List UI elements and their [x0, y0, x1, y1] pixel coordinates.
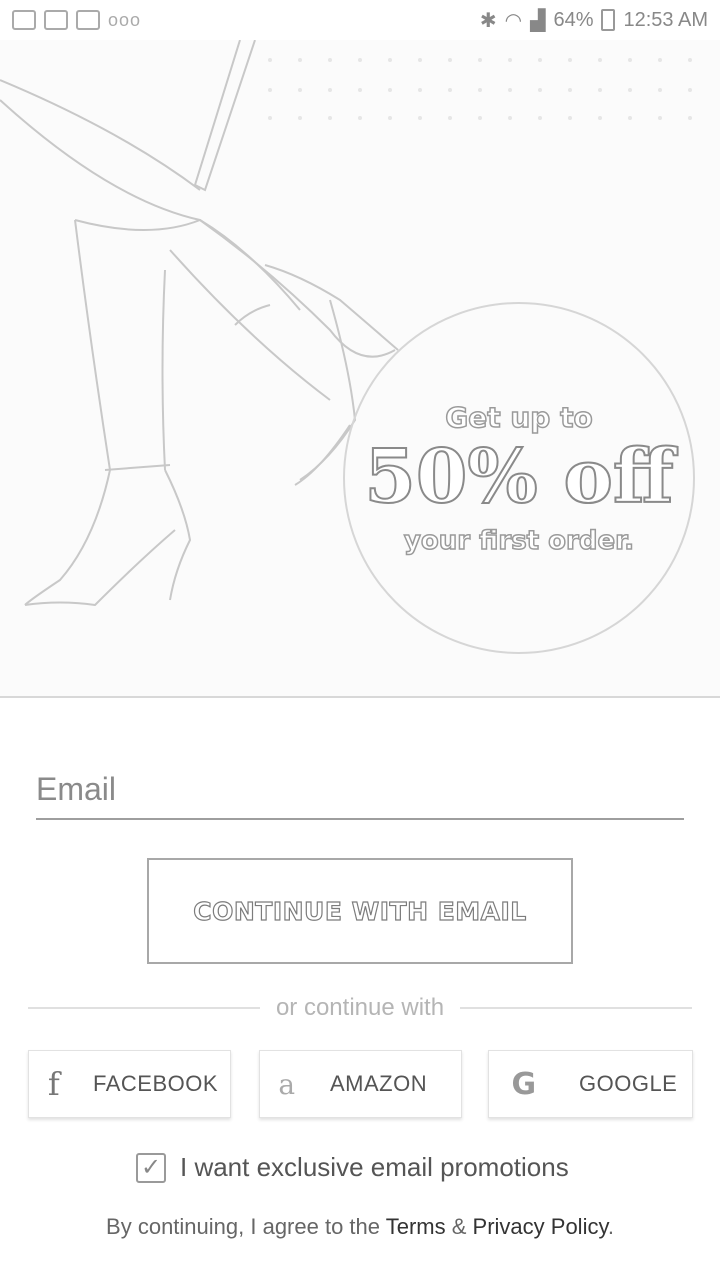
google-label: GOOGLE	[579, 1071, 678, 1096]
promo-headline: Get up to	[445, 400, 594, 435]
signal-icon: ▟	[530, 9, 546, 32]
promo-subline: your first order.	[403, 525, 635, 557]
bluetooth-icon: ✱	[479, 9, 497, 32]
promo-badge: Get up to 50% off your first order.	[343, 302, 695, 654]
facebook-label: FACEBOOK	[93, 1071, 219, 1096]
promotions-checkbox[interactable]: ✓	[136, 1152, 166, 1183]
terms-suffix: .	[607, 1214, 614, 1239]
email-field-container	[36, 760, 684, 820]
system-icons: ✱ ◠ ▟ 64% 12:53 AM	[480, 8, 708, 33]
social-divider: or continue with	[28, 990, 692, 1026]
privacy-policy-link[interactable]: Privacy Policy	[473, 1214, 608, 1239]
battery-icon	[601, 9, 616, 31]
picture-icon	[76, 10, 100, 30]
facebook-icon: f	[47, 1065, 61, 1103]
divider-line-right	[460, 1007, 692, 1009]
battery-percent: 64%	[553, 8, 594, 31]
email-field[interactable]	[36, 760, 684, 818]
email-promotions-option[interactable]: ✓ I want exclusive email promotions	[136, 1152, 569, 1183]
notification-icons: ooo	[12, 10, 141, 31]
facebook-login-button[interactable]: f FACEBOOK	[28, 1050, 231, 1118]
terms-amp: &	[445, 1214, 473, 1239]
google-icon: G	[511, 1066, 537, 1102]
divider-line-left	[28, 1007, 260, 1009]
terms-link[interactable]: Terms	[386, 1214, 446, 1239]
status-bar: ooo ✱ ◠ ▟ 64% 12:53 AM	[0, 0, 720, 40]
terms-notice: By continuing, I agree to the Terms & Pr…	[0, 1214, 720, 1240]
settings-icon	[12, 10, 36, 30]
amazon-label: AMAZON	[330, 1071, 428, 1096]
hero-banner: Get up to 50% off your first order.	[0, 40, 720, 698]
promo-discount: 50% off	[363, 433, 674, 520]
more-notifications-indicator: ooo	[108, 9, 142, 30]
wifi-icon: ◠	[504, 9, 523, 32]
promotions-label: I want exclusive email promotions	[180, 1152, 569, 1182]
amazon-login-button[interactable]: a AMAZON	[259, 1050, 462, 1118]
terms-prefix: By continuing, I agree to the	[106, 1214, 386, 1239]
amazon-icon: a	[278, 1067, 296, 1101]
mail-icon	[44, 10, 68, 30]
continue-with-email-button[interactable]: CONTINUE WITH EMAIL	[147, 858, 573, 964]
divider-label: or continue with	[275, 994, 445, 1021]
google-login-button[interactable]: G GOOGLE	[488, 1050, 693, 1118]
clock: 12:53 AM	[623, 8, 708, 31]
